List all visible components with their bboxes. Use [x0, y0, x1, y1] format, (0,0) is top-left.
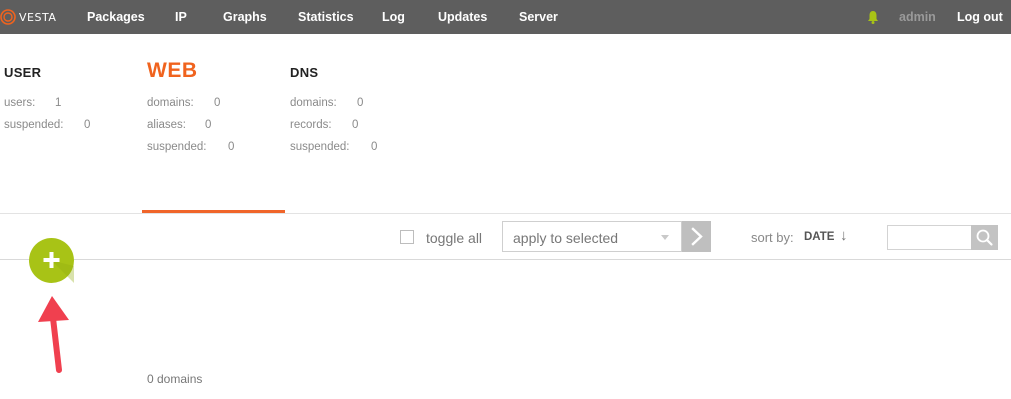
stat-label: records: — [290, 119, 332, 131]
logout-link[interactable]: Log out — [957, 10, 1003, 24]
logo-text: VESTA — [19, 10, 57, 24]
search-button[interactable] — [971, 225, 998, 250]
stats-dns-title[interactable]: DNS — [290, 65, 318, 80]
search-input[interactable] — [887, 225, 972, 250]
nav-server[interactable]: Server — [519, 10, 558, 24]
bell-icon[interactable] — [866, 9, 880, 25]
stat-label: suspended: — [147, 141, 207, 153]
divider-toolbar — [0, 259, 1011, 260]
stat-value: 0 — [214, 97, 221, 109]
nav-statistics[interactable]: Statistics — [298, 10, 354, 24]
plus-icon — [43, 252, 74, 283]
bulk-action-value: apply to selected — [513, 230, 619, 246]
sort-value[interactable]: DATE — [804, 231, 834, 243]
stat-label: domains: — [147, 97, 194, 109]
nav-log[interactable]: Log — [382, 10, 405, 24]
apply-button[interactable] — [682, 221, 711, 252]
chevron-right-icon — [691, 227, 703, 246]
stat-value: 0 — [357, 97, 364, 109]
annotation-arrow-icon — [38, 296, 69, 373]
logo[interactable]: VESTA — [0, 7, 56, 27]
sort-direction-icon[interactable]: ↓ — [840, 227, 848, 244]
chevron-down-icon — [661, 235, 669, 240]
stat-value: 0 — [371, 141, 378, 153]
stat-value: 0 — [205, 119, 212, 131]
stat-value: 0 — [228, 141, 235, 153]
top-nav: VESTA Packages IP Graphs Statistics Log … — [0, 0, 1011, 34]
nav-ip[interactable]: IP — [175, 10, 187, 24]
vesta-logo-icon — [0, 9, 16, 25]
stat-label: users: — [4, 97, 36, 109]
domain-count: 0 domains — [147, 372, 203, 386]
stat-label: suspended: — [4, 119, 64, 131]
toggle-all-label[interactable]: toggle all — [426, 230, 482, 246]
search-icon — [976, 229, 993, 246]
stat-label: aliases: — [147, 119, 186, 131]
stat-value: 1 — [55, 97, 62, 109]
stat-label: suspended: — [290, 141, 350, 153]
add-web-domain-button[interactable] — [29, 238, 74, 283]
stat-value: 0 — [84, 119, 91, 131]
nav-packages[interactable]: Packages — [87, 10, 145, 24]
divider-top — [0, 213, 1011, 214]
stat-label: domains: — [290, 97, 337, 109]
nav-graphs[interactable]: Graphs — [223, 10, 267, 24]
stat-value: 0 — [352, 119, 359, 131]
bulk-action-select[interactable]: apply to selected — [502, 221, 682, 252]
sort-label: sort by: — [751, 230, 794, 245]
nav-updates[interactable]: Updates — [438, 10, 487, 24]
stats-web-title[interactable]: WEB — [147, 59, 198, 83]
stats-user-title[interactable]: USER — [4, 65, 41, 80]
nav-user[interactable]: admin — [899, 10, 936, 24]
toggle-all-checkbox[interactable] — [400, 230, 414, 244]
